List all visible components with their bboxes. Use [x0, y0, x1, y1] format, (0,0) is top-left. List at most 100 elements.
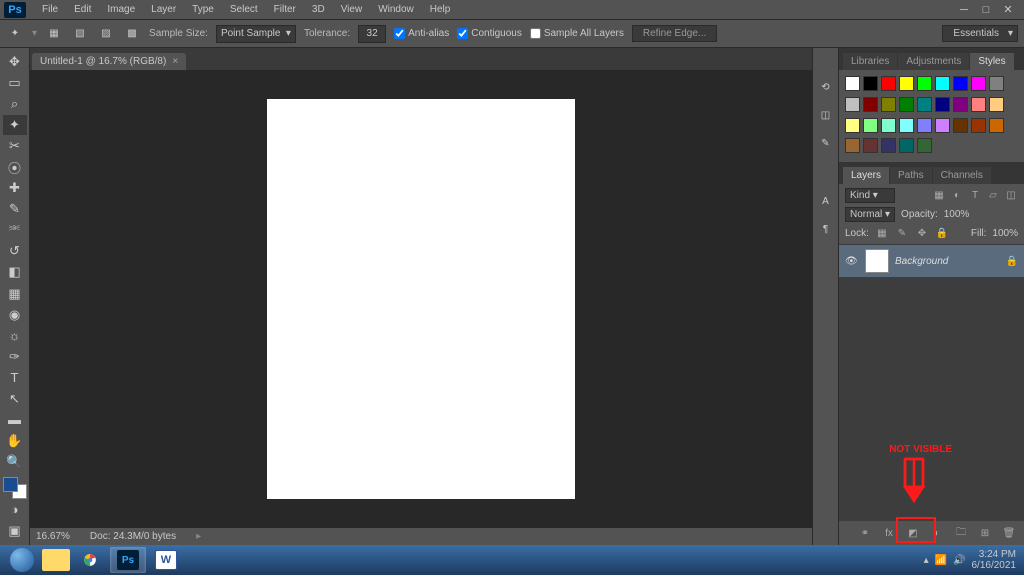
explorer-icon[interactable]	[42, 549, 70, 571]
tab-layers[interactable]: Layers	[843, 167, 889, 184]
group-icon[interactable]: 🗀	[954, 526, 968, 540]
hand-tool[interactable]: ✋	[3, 431, 27, 451]
swatch[interactable]	[917, 76, 932, 91]
selection-mode-icon[interactable]: ▦	[45, 25, 63, 43]
menu-file[interactable]: File	[34, 1, 66, 19]
paragraph-icon[interactable]: ¶	[817, 220, 835, 238]
swatch[interactable]	[899, 97, 914, 112]
zoom-level[interactable]: 16.67%	[36, 531, 70, 542]
sample-all-checkbox[interactable]: Sample All Layers	[530, 28, 624, 39]
filter-smart-icon[interactable]: ◫	[1004, 189, 1018, 203]
magic-wand-icon[interactable]: ✦	[6, 25, 24, 43]
healing-tool[interactable]: ✚	[3, 178, 27, 198]
fill-value[interactable]: 100%	[992, 228, 1018, 239]
magic-wand-tool[interactable]: ✦	[3, 115, 27, 135]
sound-icon[interactable]: 🔊	[953, 555, 965, 566]
close-button[interactable]: ✕	[1000, 3, 1016, 17]
lock-transparency-icon[interactable]: ▦	[875, 226, 889, 240]
swatch[interactable]	[899, 138, 914, 153]
tab-channels[interactable]: Channels	[933, 167, 991, 184]
layer-mask-icon[interactable]: ◩	[906, 526, 920, 540]
menu-edit[interactable]: Edit	[66, 1, 99, 19]
menu-layer[interactable]: Layer	[143, 1, 184, 19]
swatch[interactable]	[845, 97, 860, 112]
swatch[interactable]	[935, 118, 950, 133]
menu-window[interactable]: Window	[370, 1, 422, 19]
swatch[interactable]	[881, 97, 896, 112]
swatch[interactable]	[989, 76, 1004, 91]
swatch[interactable]	[845, 138, 860, 153]
swatch[interactable]	[989, 97, 1004, 112]
menu-filter[interactable]: Filter	[266, 1, 304, 19]
layer-thumbnail[interactable]	[865, 249, 889, 273]
canvas-viewport[interactable]	[30, 70, 812, 527]
menu-help[interactable]: Help	[422, 1, 459, 19]
eraser-tool[interactable]: ◧	[3, 262, 27, 282]
eyedropper-tool[interactable]: ⦿	[3, 157, 27, 177]
tab-adjustments[interactable]: Adjustments	[898, 53, 969, 70]
chrome-icon[interactable]	[72, 547, 108, 573]
layer-row[interactable]: 👁 Background 🔒	[839, 245, 1024, 277]
properties-icon[interactable]: ◫	[817, 106, 835, 124]
swatch[interactable]	[953, 76, 968, 91]
blend-mode-select[interactable]: Normal ▾	[845, 207, 895, 222]
menu-type[interactable]: Type	[184, 1, 222, 19]
swatch[interactable]	[845, 118, 860, 133]
lock-all-icon[interactable]: 🔒	[935, 226, 949, 240]
filter-type-icon[interactable]: T	[968, 189, 982, 203]
character-icon[interactable]: A	[817, 192, 835, 210]
anti-alias-checkbox[interactable]: Anti-alias	[394, 28, 449, 39]
stamp-tool[interactable]: ⎃	[3, 220, 27, 240]
tab-styles[interactable]: Styles	[970, 53, 1013, 70]
new-layer-icon[interactable]: ⊞	[978, 526, 992, 540]
swatch[interactable]	[899, 118, 914, 133]
filter-adjust-icon[interactable]: ◐	[950, 189, 964, 203]
layer-name[interactable]: Background	[895, 256, 948, 267]
gradient-tool[interactable]: ▦	[3, 284, 27, 304]
lock-position-icon[interactable]: ✥	[915, 226, 929, 240]
crop-tool[interactable]: ✂	[3, 136, 27, 156]
blur-tool[interactable]: ◉	[3, 305, 27, 325]
swatch[interactable]	[863, 118, 878, 133]
visibility-icon[interactable]: 👁	[845, 256, 859, 267]
menu-3d[interactable]: 3D	[304, 1, 333, 19]
menu-view[interactable]: View	[333, 1, 371, 19]
workspace-select[interactable]: Essentials ▾	[942, 25, 1018, 42]
contiguous-checkbox[interactable]: Contiguous	[457, 28, 522, 39]
swatch[interactable]	[917, 138, 932, 153]
tolerance-input[interactable]	[358, 25, 386, 43]
delete-layer-icon[interactable]: 🗑	[1002, 526, 1016, 540]
clock[interactable]: 3:24 PM 6/16/2021	[972, 549, 1017, 571]
document-tab[interactable]: Untitled-1 @ 16.7% (RGB/8) ×	[32, 53, 186, 70]
swatch[interactable]	[935, 97, 950, 112]
selection-add-icon[interactable]: ▧	[71, 25, 89, 43]
swatch[interactable]	[881, 76, 896, 91]
swatch[interactable]	[863, 97, 878, 112]
swatch[interactable]	[863, 76, 878, 91]
canvas[interactable]	[267, 99, 575, 499]
marquee-tool[interactable]: ▭	[3, 73, 27, 93]
history-brush-tool[interactable]: ↺	[3, 241, 27, 261]
swatch[interactable]	[935, 76, 950, 91]
kind-filter[interactable]: Kind ▾	[845, 188, 895, 203]
tray-icon[interactable]: ▴	[924, 555, 929, 566]
swatch[interactable]	[953, 118, 968, 133]
tab-paths[interactable]: Paths	[890, 167, 932, 184]
refine-edge-button[interactable]: Refine Edge...	[632, 25, 717, 42]
start-button[interactable]	[4, 546, 40, 574]
quick-mask-tool[interactable]: ◑	[3, 500, 27, 520]
zoom-tool[interactable]: 🔍	[3, 452, 27, 472]
brush-presets-icon[interactable]: ✎	[817, 134, 835, 152]
brush-tool[interactable]: ✎	[3, 199, 27, 219]
swatch[interactable]	[971, 76, 986, 91]
layer-fx-icon[interactable]: fx	[882, 526, 896, 540]
photoshop-task-icon[interactable]: Ps	[110, 547, 146, 573]
path-tool[interactable]: ↖	[3, 389, 27, 409]
opacity-value[interactable]: 100%	[944, 209, 970, 220]
network-icon[interactable]: 📶	[935, 555, 947, 566]
word-task-icon[interactable]: W	[148, 547, 184, 573]
swatch[interactable]	[881, 118, 896, 133]
lasso-tool[interactable]: ⌕	[3, 94, 27, 114]
swatch[interactable]	[899, 76, 914, 91]
maximize-button[interactable]: □	[978, 3, 994, 17]
